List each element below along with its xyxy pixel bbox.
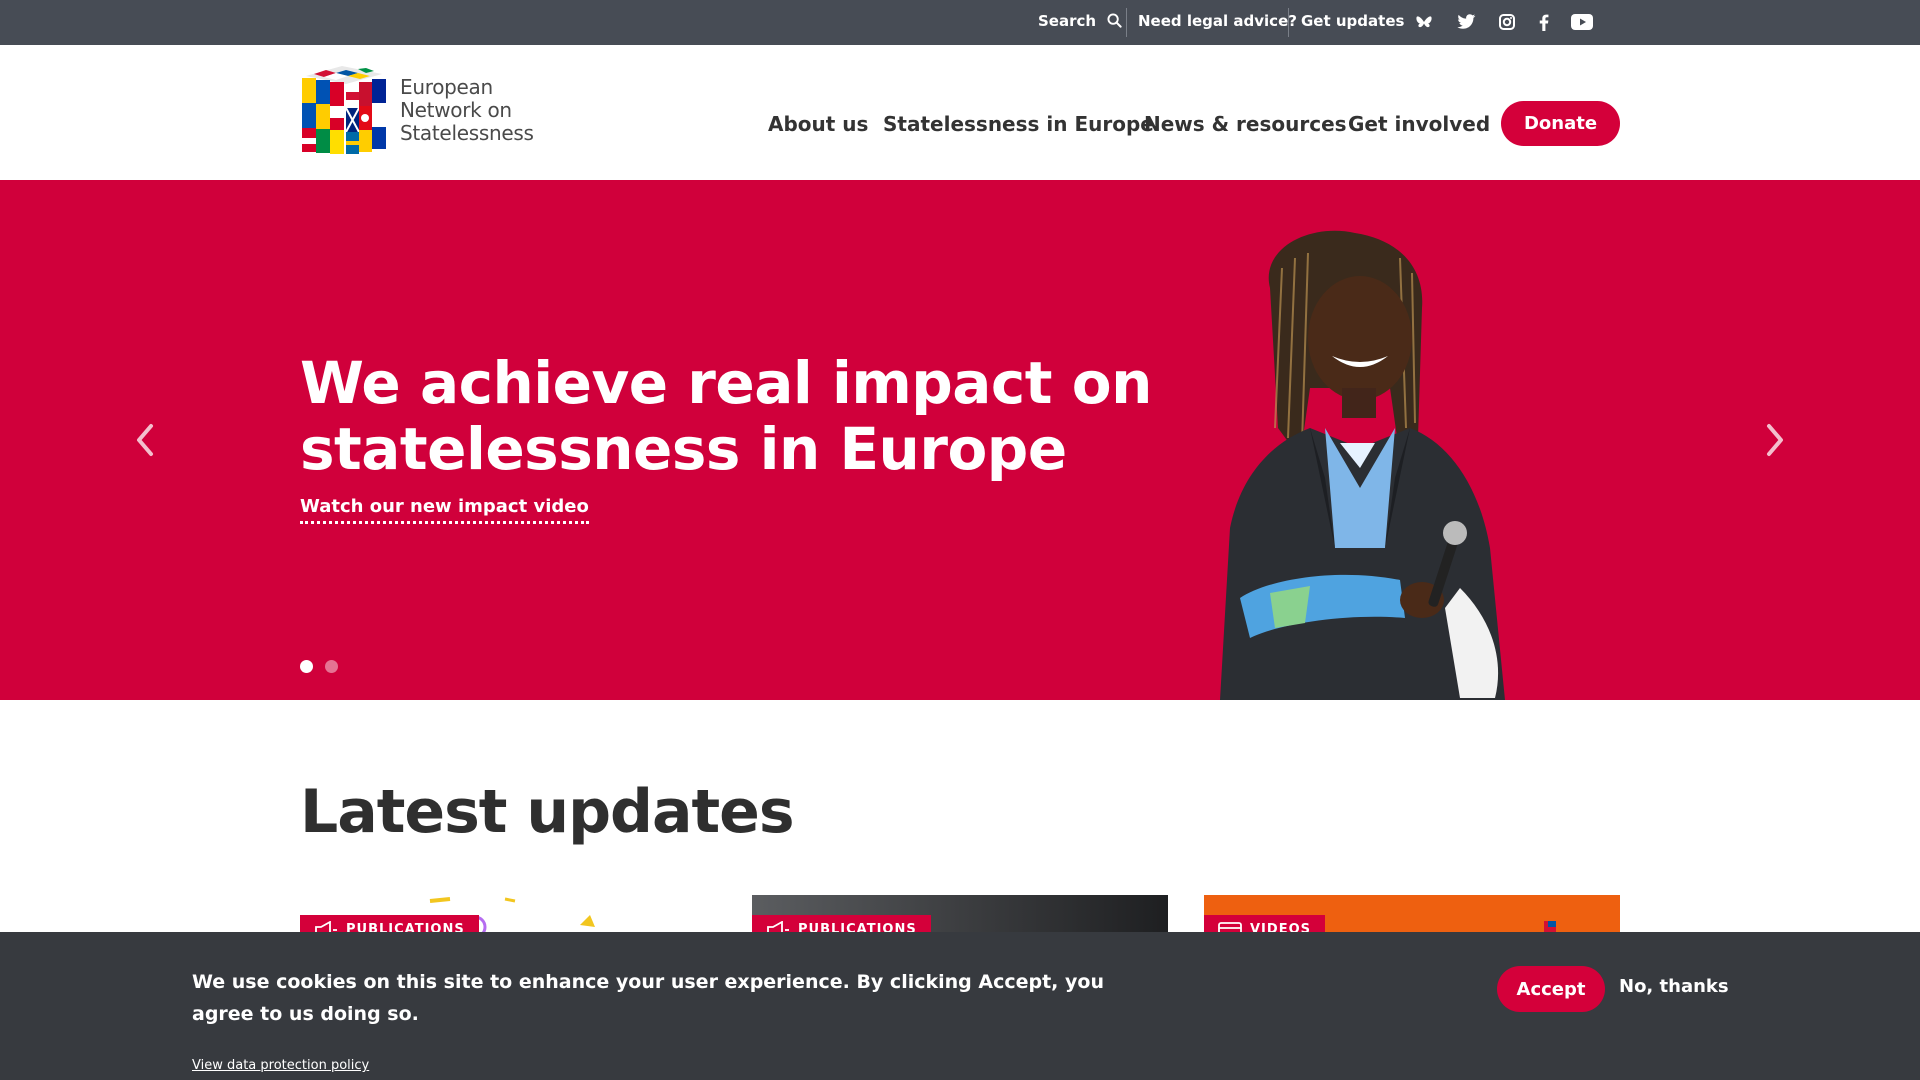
nav-news-resources[interactable]: News & resources xyxy=(1144,112,1347,136)
update-card[interactable]: PUBLICATIONS xyxy=(300,895,716,935)
hero-title-line: statelessness in Europe xyxy=(300,415,1067,483)
divider xyxy=(1126,8,1127,37)
update-card[interactable]: VIDEOS xyxy=(1204,895,1620,935)
data-protection-policy-link[interactable]: View data protection policy xyxy=(192,1058,369,1073)
nav-about-us[interactable]: About us xyxy=(768,112,868,136)
facebook-icon[interactable] xyxy=(1533,12,1555,32)
logo-line: Network on xyxy=(400,98,512,122)
bluesky-icon[interactable] xyxy=(1413,12,1435,32)
youtube-icon[interactable] xyxy=(1570,12,1594,32)
search-label: Search xyxy=(1038,12,1097,30)
latest-updates-heading: Latest updates xyxy=(300,777,795,847)
search-icon xyxy=(1107,13,1122,28)
instagram-icon[interactable] xyxy=(1496,12,1518,32)
legal-advice-link[interactable]: Need legal advice? xyxy=(1138,0,1297,45)
carousel-dot[interactable] xyxy=(325,660,338,673)
twitter-icon[interactable] xyxy=(1455,12,1477,32)
logo-line: European xyxy=(400,75,493,99)
top-utility-bar: Search Need legal advice? Get updates xyxy=(0,0,1920,45)
hero-speaker-photo xyxy=(1220,230,1505,700)
carousel-dot-active[interactable] xyxy=(300,660,313,673)
cookie-consent-banner: We use cookies on this site to enhance y… xyxy=(0,932,1920,1080)
carousel-prev-arrow-icon[interactable] xyxy=(130,420,160,460)
nav-get-involved[interactable]: Get involved xyxy=(1348,112,1490,136)
get-updates-link[interactable]: Get updates xyxy=(1301,0,1404,45)
divider xyxy=(1288,8,1289,37)
carousel-next-arrow-icon[interactable] xyxy=(1760,420,1790,460)
search-link[interactable]: Search xyxy=(1038,0,1122,45)
nav-statelessness-in-europe[interactable]: Statelessness in Europe xyxy=(883,112,1154,136)
decline-cookies-button[interactable]: No, thanks xyxy=(1619,976,1729,997)
logo-line: Statelessness xyxy=(400,121,534,145)
hero-title-line: We achieve real impact on xyxy=(300,349,1152,417)
watch-impact-video-link[interactable]: Watch our new impact video xyxy=(300,496,589,524)
hero-carousel: We achieve real impact on statelessness … xyxy=(0,180,1920,700)
hero-title: We achieve real impact on statelessness … xyxy=(300,350,1160,482)
logo-flag-cube-icon[interactable] xyxy=(300,64,388,156)
accept-cookies-button[interactable]: Accept xyxy=(1497,966,1605,1012)
update-card[interactable]: PUBLICATIONS xyxy=(752,895,1168,935)
logo-wordmark[interactable]: European Network on Statelessness xyxy=(400,76,534,145)
donate-button[interactable]: Donate xyxy=(1501,101,1620,146)
cookie-message: We use cookies on this site to enhance y… xyxy=(192,971,1104,1025)
